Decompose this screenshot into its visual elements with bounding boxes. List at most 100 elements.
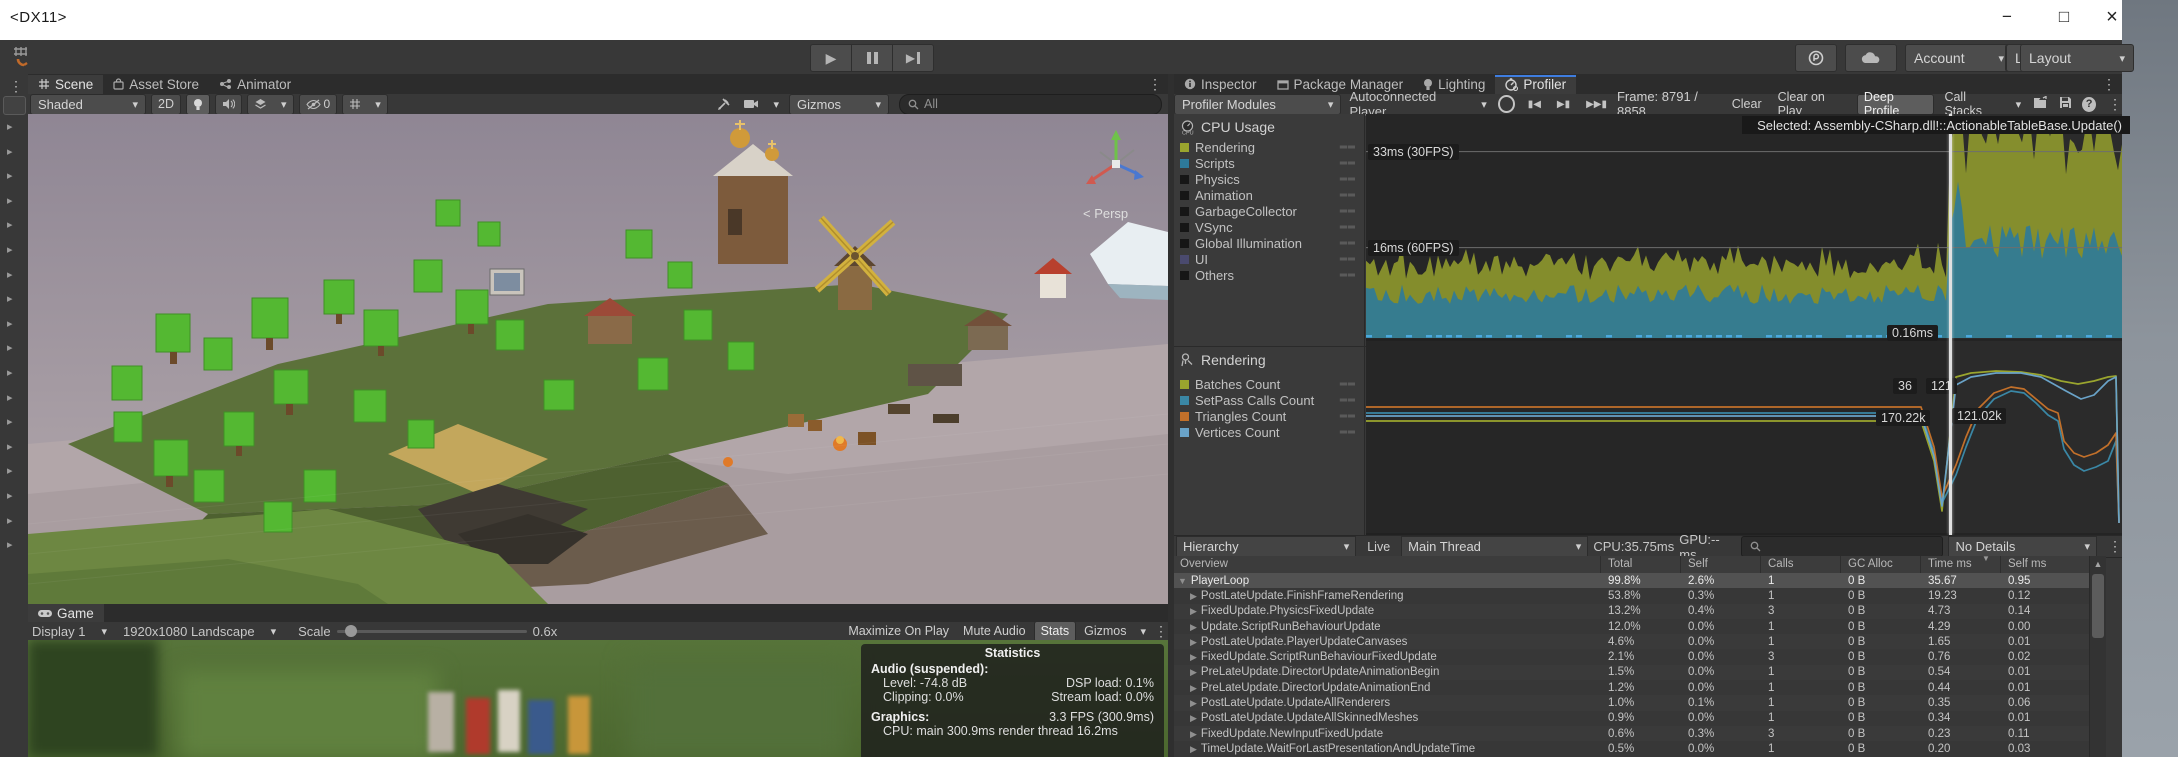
thread-dropdown[interactable]: Main Thread▾	[1401, 536, 1588, 558]
drag-handle-icon[interactable]: ══	[1340, 395, 1356, 406]
foldout-closed-icon[interactable]: ▶	[1190, 683, 1197, 693]
game-viewport[interactable]: Statistics Audio (suspended): Level: -74…	[28, 640, 1168, 757]
collapsed-foldout-icon[interactable]: ▸	[7, 440, 13, 453]
rendering-module-header[interactable]: Rendering	[1174, 352, 1266, 368]
effects-dropdown-button[interactable]: ▾	[247, 94, 294, 115]
hidden-objects-toggle[interactable]: 0	[299, 94, 338, 115]
drag-handle-icon[interactable]: ══	[1340, 158, 1356, 169]
clear-button[interactable]: Clear	[1726, 95, 1768, 114]
collapsed-foldout-icon[interactable]: ▸	[7, 317, 13, 330]
foldout-closed-icon[interactable]: ▶	[1190, 744, 1197, 754]
drag-handle-icon[interactable]: ══	[1340, 174, 1356, 185]
table-row[interactable]: ▼PlayerLoop 99.8% 2.6% 1 0 B 35.67 0.95	[1174, 573, 2090, 588]
scene-search-input[interactable]: All	[899, 94, 1162, 115]
collapsed-foldout-icon[interactable]: ▸	[7, 169, 13, 182]
collapsed-foldout-icon[interactable]: ▸	[7, 391, 13, 404]
collapsed-foldout-icon[interactable]: ▸	[7, 292, 13, 305]
window-titlebar[interactable]: <DX11> − □ ×	[0, 0, 2122, 40]
hierarchy-menu-icon[interactable]: ⋮	[2108, 538, 2122, 555]
scene-audio-toggle[interactable]	[215, 94, 242, 115]
persp-label[interactable]: < Persp	[1083, 206, 1128, 221]
details-dropdown[interactable]: No Details▾	[1948, 536, 2097, 558]
drag-handle-icon[interactable]: ══	[1340, 379, 1356, 390]
display-dropdown[interactable]: Display 1▾	[32, 624, 107, 639]
drag-handle-icon[interactable]: ══	[1340, 427, 1356, 438]
live-toggle-button[interactable]: Live	[1361, 537, 1396, 556]
table-row[interactable]: ▶PostLateUpdate.FinishFrameRendering 53.…	[1174, 588, 2090, 603]
clear-on-play-button[interactable]: Clear on Play	[1772, 95, 1853, 114]
call-stacks-dropdown[interactable]: Call Stacks▾	[1938, 95, 2027, 114]
scale-slider[interactable]	[337, 630, 527, 633]
scene-orientation-gizmo[interactable]	[1076, 122, 1156, 202]
drag-handle-icon[interactable]: ══	[1340, 270, 1356, 281]
scene-lighting-toggle[interactable]	[186, 94, 210, 115]
foldout-closed-icon[interactable]: ▶	[1190, 667, 1197, 677]
selected-frame-line[interactable]	[1949, 114, 1952, 535]
legend-item[interactable]: Triangles Count ══	[1174, 408, 1364, 424]
mute-audio-button[interactable]: Mute Audio	[957, 622, 1032, 641]
shading-mode-dropdown[interactable]: Shaded▾	[30, 94, 146, 115]
grid-settings-dropdown[interactable]: ▾	[342, 94, 388, 115]
table-row[interactable]: ▶PostLateUpdate.UpdateAllSkinnedMeshes 0…	[1174, 711, 2090, 726]
legend-item[interactable]: Others ══	[1174, 267, 1364, 283]
collapsed-foldout-icon[interactable]: ▸	[7, 538, 13, 551]
collapsed-foldout-icon[interactable]: ▸	[7, 464, 13, 477]
profiler-search-input[interactable]	[1741, 536, 1943, 557]
table-header[interactable]: Overview Total Self Calls GC Alloc Time …	[1174, 556, 2106, 574]
legend-item[interactable]: Animation ══	[1174, 187, 1364, 203]
table-row[interactable]: ▶PreLateUpdate.DirectorUpdateAnimationEn…	[1174, 680, 2090, 695]
collapsed-foldout-icon[interactable]: ▸	[7, 415, 13, 428]
pause-button[interactable]	[851, 44, 892, 72]
legend-item[interactable]: SetPass Calls Count ══	[1174, 392, 1364, 408]
legend-item[interactable]: Global Illumination ══	[1174, 235, 1364, 251]
legend-item[interactable]: GarbageCollector ══	[1174, 203, 1364, 219]
table-row[interactable]: ▶TimeUpdate.WaitForLastPresentationAndUp…	[1174, 741, 2090, 756]
drag-handle-icon[interactable]: ══	[1340, 142, 1356, 153]
cloud-services-button[interactable]	[1845, 44, 1897, 72]
drag-handle-icon[interactable]: ══	[1340, 411, 1356, 422]
2d-toggle-button[interactable]: 2D	[151, 94, 181, 115]
step-button[interactable]: ▶	[892, 44, 934, 72]
table-row[interactable]: ▶Update.ScriptRunBehaviourUpdate 12.0% 0…	[1174, 619, 2090, 634]
tab-inspector[interactable]: Inspector	[1174, 75, 1267, 94]
collapsed-foldout-icon[interactable]: ▸	[7, 194, 13, 207]
game-gizmos-dropdown[interactable]: Gizmos▾	[1078, 622, 1152, 641]
scene-tools-icon[interactable]	[711, 95, 738, 114]
resolution-dropdown[interactable]: 1920x1080 Landscape▾	[123, 624, 276, 639]
profiler-modules-dropdown[interactable]: Profiler Modules▾	[1174, 94, 1341, 115]
collapsed-foldout-icon[interactable]: ▸	[7, 268, 13, 281]
profiler-toolbar-menu-icon[interactable]: ⋮	[2108, 96, 2122, 113]
account-dropdown[interactable]: Account▾	[1905, 44, 2013, 72]
table-row[interactable]: ▶FixedUpdate.PhysicsFixedUpdate 13.2% 0.…	[1174, 604, 2090, 619]
scroll-up-icon[interactable]: ▲	[2090, 556, 2106, 569]
drag-handle-icon[interactable]: ══	[1340, 206, 1356, 217]
collapsed-foldout-icon[interactable]: ▸	[7, 341, 13, 354]
last-frame-button[interactable]: ▶▶▮	[1580, 95, 1613, 114]
scale-slider-thumb[interactable]	[345, 625, 357, 637]
table-row[interactable]: ▶PreLateUpdate.DirectorUpdateAnimationBe…	[1174, 665, 2090, 680]
collapsed-toolbar-box[interactable]	[3, 96, 26, 115]
table-row[interactable]: ▶PostLateUpdate.UpdateAllRenderers 1.0% …	[1174, 695, 2090, 710]
record-button[interactable]	[1498, 95, 1515, 113]
rendering-chart[interactable]	[1366, 347, 2122, 535]
maximize-on-play-button[interactable]: Maximize On Play	[842, 622, 955, 641]
scrollbar-thumb[interactable]	[2092, 574, 2104, 638]
tab-animator[interactable]: Animator	[209, 75, 301, 94]
collapsed-hierarchy-dock[interactable]: ⋮ ▸▸▸▸▸▸▸▸▸▸▸▸▸▸▸▸▸▸	[0, 74, 29, 757]
collapsed-foldout-icon[interactable]: ▸	[7, 145, 13, 158]
help-icon[interactable]: ?	[2082, 97, 2096, 112]
drag-handle-icon[interactable]: ══	[1340, 190, 1356, 201]
legend-item[interactable]: UI ══	[1174, 251, 1364, 267]
foldout-closed-icon[interactable]: ▶	[1190, 637, 1197, 647]
collapsed-foldout-icon[interactable]: ▸	[7, 489, 13, 502]
table-row[interactable]: ▶PostLateUpdate.PlayerUpdateCanvases 4.6…	[1174, 634, 2090, 649]
legend-item[interactable]: Physics ══	[1174, 171, 1364, 187]
table-row[interactable]: ▶FixedUpdate.NewInputFixedUpdate 0.6% 0.…	[1174, 726, 2090, 741]
next-frame-button[interactable]: ▶▮	[1551, 95, 1576, 114]
collapsed-foldout-icon[interactable]: ▸	[7, 218, 13, 231]
snap-grid-icon[interactable]	[10, 43, 38, 71]
drag-handle-icon[interactable]: ══	[1340, 238, 1356, 249]
save-profile-icon[interactable]	[2059, 96, 2072, 112]
deep-profile-button[interactable]: Deep Profile	[1857, 94, 1935, 115]
foldout-closed-icon[interactable]: ▶	[1190, 698, 1197, 708]
